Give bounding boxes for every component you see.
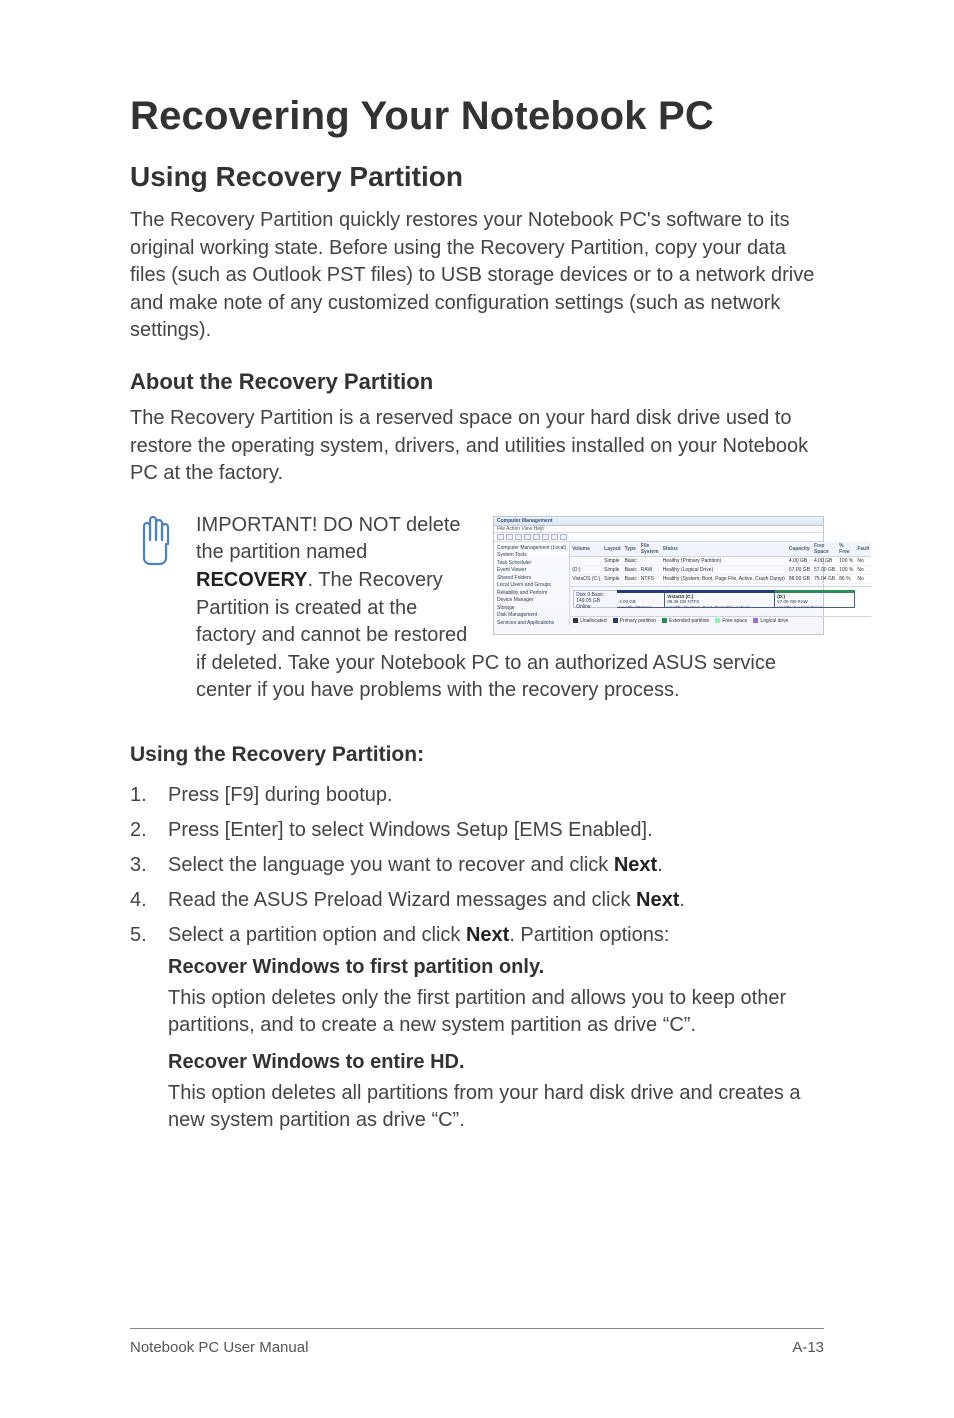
tree-item: Event Viewer: [497, 567, 566, 575]
figure-titlebar: Computer Management: [494, 517, 823, 526]
step-item: Press [Enter] to select Windows Setup [E…: [130, 816, 824, 845]
table-cell: Basic: [623, 556, 639, 565]
section-heading-using-recovery-partition: Using Recovery Partition: [130, 161, 824, 193]
legend-item: Logical drive: [753, 618, 788, 624]
table-cell: [639, 556, 661, 565]
col-header: Free Space: [812, 542, 837, 557]
figure-toolbar: [494, 533, 823, 542]
important-hand-icon: [130, 512, 186, 573]
tree-item: Device Manager: [497, 597, 566, 605]
toolbar-button-icon: [542, 534, 549, 540]
footer-left-text: Notebook PC User Manual: [130, 1339, 308, 1356]
toolbar-button-icon: [506, 534, 513, 540]
tree-item: Storage: [497, 605, 566, 613]
subsection-heading-about: About the Recovery Partition: [130, 369, 824, 395]
figure-legend: Unallocated Primary partition Extended par…: [570, 616, 871, 625]
disk-segment: VistaOS (C:)88.36 GB NTFSHealthy (System…: [665, 590, 775, 608]
tree-item: Services and Applications: [497, 620, 566, 628]
col-header: Volume: [570, 542, 602, 557]
subsection-heading-using: Using the Recovery Partition:: [130, 743, 824, 767]
toolbar-button-icon: [524, 534, 531, 540]
important-prefix: IMPORTANT! DO NOT delete the partition n…: [196, 514, 461, 564]
option-body-first-partition: This option deletes only the first parti…: [130, 985, 824, 1039]
col-header: Layout: [602, 542, 622, 557]
toolbar-button-icon: [560, 534, 567, 540]
tree-item: Local Users and Groups: [497, 582, 566, 590]
table-cell: 4.00 GB: [812, 556, 837, 565]
col-header: File System: [639, 542, 661, 557]
col-header: Type: [623, 542, 639, 557]
table-cell: No: [855, 574, 871, 583]
toolbar-button-icon: [533, 534, 540, 540]
col-header: % Free: [837, 542, 855, 557]
step-item: Select the language you want to recover …: [130, 851, 824, 880]
table-cell: Simple: [602, 574, 622, 583]
figure-right-panel: Volume Layout Type File System Status Ca…: [570, 542, 871, 625]
table-cell: No: [855, 565, 871, 574]
toolbar-button-icon: [515, 534, 522, 540]
legend-item: Unallocated: [573, 618, 606, 624]
table-cell: Simple: [602, 556, 622, 565]
tree-item: Computer Management (Local): [497, 545, 566, 553]
option-title-first-partition: Recover Windows to first partition only.: [130, 956, 824, 979]
step-item: Read the ASUS Preload Wizard messages an…: [130, 886, 824, 915]
table-cell: 100 %: [837, 556, 855, 565]
figure-disk-map: Disk 0 Basic 149.05 GB Online 4.00 GBHea…: [570, 586, 871, 616]
table-cell: VistaOS (C:): [570, 574, 602, 583]
tree-item: Disk Management: [497, 612, 566, 620]
table-cell: 88.00 GB: [787, 574, 812, 583]
figure-menubar: File Action View Help: [494, 526, 823, 533]
footer-page-number: A-13: [792, 1339, 824, 1356]
page-title: Recovering Your Notebook PC: [130, 94, 824, 139]
table-cell: 86 %: [837, 574, 855, 583]
tree-item: Shared Folders: [497, 575, 566, 583]
page-footer: Notebook PC User Manual A-13: [0, 1328, 954, 1356]
table-cell: 75.04 GB: [812, 574, 837, 583]
disk-management-screenshot: Computer Management File Action View Hel…: [493, 516, 824, 635]
col-header: Status: [661, 542, 787, 557]
page: Recovering Your Notebook PC Using Recove…: [0, 0, 954, 1418]
step-item: Select a partition option and click Next…: [130, 921, 824, 950]
important-note-text: Computer Management File Action View Hel…: [196, 512, 824, 705]
table-cell: 57.00 GB: [787, 565, 812, 574]
footer-rule: [130, 1328, 824, 1329]
disk-label: Disk 0 Basic 149.05 GB Online: [573, 590, 617, 608]
table-cell: 57.00 GB: [812, 565, 837, 574]
tree-item: Task Scheduler: [497, 560, 566, 568]
important-bold: RECOVERY: [196, 569, 308, 591]
table-cell: Healthy (Logical Drive): [661, 565, 787, 574]
disk-segment: (D:)57.00 GB RAWHealthy (Logical Drive): [775, 590, 855, 608]
tree-item: Reliability and Perform: [497, 590, 566, 598]
toolbar-button-icon: [497, 534, 504, 540]
step-item: Press [F9] during bootup.: [130, 781, 824, 810]
table-cell: Simple: [602, 565, 622, 574]
table-cell: NTFS: [639, 574, 661, 583]
legend-item: Free space: [715, 618, 747, 624]
option-body-entire-hd: This option deletes all partitions from …: [130, 1080, 824, 1134]
table-cell: (D:): [570, 565, 602, 574]
figure-volume-grid: Volume Layout Type File System Status Ca…: [570, 542, 871, 586]
col-header: Capacity: [787, 542, 812, 557]
table-cell: Healthy (Primary Partition): [661, 556, 787, 565]
steps-list: Press [F9] during bootup. Press [Enter] …: [130, 781, 824, 950]
legend-item: Primary partition: [613, 618, 656, 624]
tree-item: System Tools: [497, 552, 566, 560]
table-cell: RAW: [639, 565, 661, 574]
table-cell: Healthy (System, Boot, Page File, Active…: [661, 574, 787, 583]
table-cell: 4.00 GB: [787, 556, 812, 565]
important-note-block: Computer Management File Action View Hel…: [130, 512, 824, 705]
section-body-1: The Recovery Partition quickly restores …: [130, 207, 824, 345]
table-cell: [570, 556, 602, 565]
table-cell: Basic: [623, 574, 639, 583]
subsection-body-about: The Recovery Partition is a reserved spa…: [130, 405, 824, 488]
table-cell: No: [855, 556, 871, 565]
col-header: Fault: [855, 542, 871, 557]
legend-item: Extended partition: [662, 618, 709, 624]
table-cell: Basic: [623, 565, 639, 574]
option-title-entire-hd: Recover Windows to entire HD.: [130, 1051, 824, 1074]
table-cell: 100 %: [837, 565, 855, 574]
figure-tree-panel: Computer Management (Local) System Tools…: [494, 542, 570, 625]
toolbar-button-icon: [551, 534, 558, 540]
disk-segment: 4.00 GBHealthy (Primary Partition): [617, 590, 665, 608]
